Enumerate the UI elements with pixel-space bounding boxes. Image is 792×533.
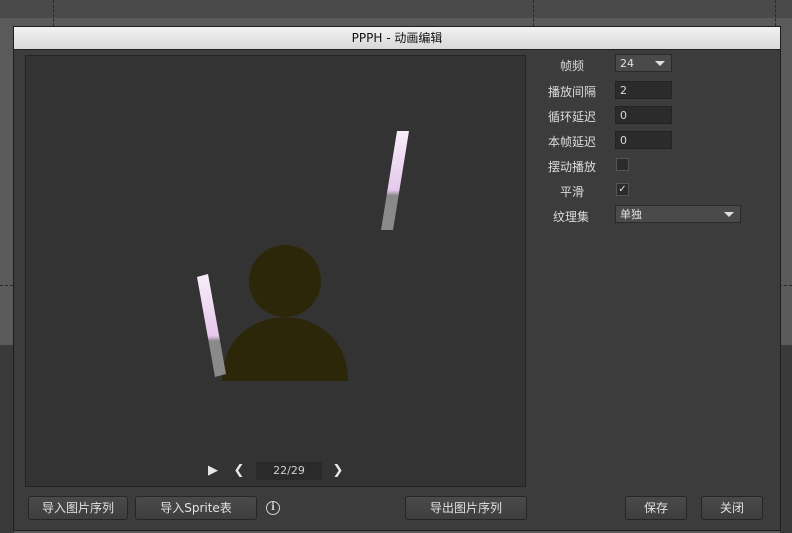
atlas-dropdown[interactable]: 单独 — [615, 205, 741, 223]
sprite-frame — [197, 131, 409, 381]
background-panel-left — [0, 345, 14, 533]
export-sequence-button[interactable]: 导出图片序列 — [405, 496, 527, 520]
background-toolbar — [0, 0, 792, 18]
info-icon[interactable]: i — [266, 501, 280, 515]
light-stripe-right — [381, 131, 409, 230]
loop-delay-input[interactable]: 0 — [615, 106, 672, 124]
background-guide-line — [53, 0, 54, 26]
frame-delay-input[interactable]: 0 — [615, 131, 672, 149]
atlas-label: 纹理集 — [552, 210, 589, 224]
pingpong-label: 摆动播放 — [547, 160, 596, 174]
smooth-label: 平滑 — [559, 185, 584, 199]
chevron-left-icon[interactable]: ❮ — [232, 462, 246, 480]
atlas-value: 单独 — [620, 208, 642, 221]
chevron-right-icon[interactable]: ❯ — [331, 462, 345, 480]
background-panel-right — [780, 345, 792, 533]
character-head — [249, 245, 321, 317]
pingpong-checkbox[interactable] — [616, 158, 629, 171]
frame-delay-label: 本帧延迟 — [547, 135, 596, 149]
background-guide-line — [533, 0, 534, 26]
close-button[interactable]: 关闭 — [701, 496, 763, 520]
dialog-title: PPPH - 动画编辑 — [14, 27, 780, 50]
fps-label: 帧频 — [559, 59, 584, 73]
character-body — [222, 317, 348, 381]
animation-preview: ▶ ❮ 22/29 ❯ — [25, 55, 526, 487]
check-icon: ✓ — [618, 184, 627, 195]
light-stripe-left — [197, 274, 226, 377]
play-icon[interactable]: ▶ — [206, 462, 220, 480]
play-interval-input[interactable]: 2 — [615, 81, 672, 99]
save-button[interactable]: 保存 — [625, 496, 687, 520]
chevron-down-icon — [655, 61, 665, 66]
fps-value: 24 — [620, 57, 634, 70]
smooth-checkbox[interactable]: ✓ — [616, 183, 629, 196]
import-sequence-button[interactable]: 导入图片序列 — [28, 496, 128, 520]
fps-dropdown[interactable]: 24 — [615, 54, 672, 72]
playback-bar: ▶ ❮ 22/29 ❯ — [26, 462, 525, 480]
chevron-down-icon — [724, 212, 734, 217]
frame-counter: 22/29 — [256, 462, 322, 480]
animation-editor-dialog: PPPH - 动画编辑 ▶ ❮ 22/29 ❯ 帧频 24 播放间隔 2 循环延… — [13, 26, 781, 531]
background-guide-line — [775, 0, 776, 26]
loop-delay-label: 循环延迟 — [547, 110, 596, 124]
play-interval-label: 播放间隔 — [547, 85, 596, 99]
import-sprite-sheet-button[interactable]: 导入Sprite表 — [135, 496, 257, 520]
